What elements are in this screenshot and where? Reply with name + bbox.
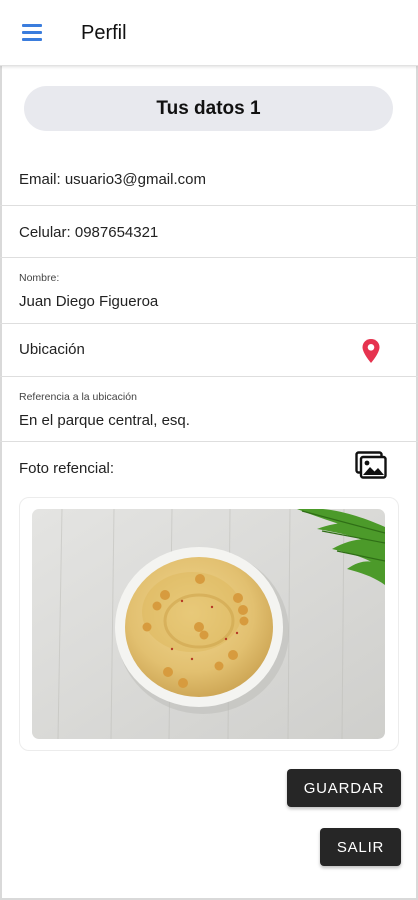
phone-row: Celular: 0987654321 bbox=[0, 206, 418, 258]
save-button[interactable]: GUARDAR bbox=[287, 769, 401, 807]
toolbar-title: Perfil bbox=[81, 22, 127, 44]
photo-label: Foto refencial: bbox=[19, 460, 115, 477]
location-row[interactable]: Ubicación bbox=[0, 324, 418, 377]
reference-field[interactable]: En el parque central, esq. bbox=[19, 412, 190, 429]
name-row[interactable]: Nombre: Juan Diego Figueroa bbox=[0, 258, 418, 324]
email-text: Email: usuario3@gmail.com bbox=[19, 171, 206, 188]
food-photo[interactable] bbox=[32, 509, 385, 739]
name-label: Nombre: bbox=[19, 272, 60, 284]
hamburger-menu-icon[interactable] bbox=[20, 22, 46, 44]
email-row: Email: usuario3@gmail.com bbox=[0, 155, 418, 206]
location-label: Ubicación bbox=[19, 341, 85, 358]
app-toolbar: Perfil bbox=[0, 0, 418, 66]
image-gallery-icon[interactable] bbox=[355, 451, 387, 479]
reference-row[interactable]: Referencia a la ubicación En el parque c… bbox=[0, 377, 418, 442]
page-title: Tus datos 1 bbox=[24, 86, 393, 131]
name-field[interactable]: Juan Diego Figueroa bbox=[19, 293, 158, 310]
map-pin-icon[interactable] bbox=[361, 338, 381, 364]
reference-label: Referencia a la ubicación bbox=[19, 391, 137, 403]
phone-text: Celular: 0987654321 bbox=[19, 224, 159, 241]
exit-button[interactable]: SALIR bbox=[320, 828, 401, 866]
